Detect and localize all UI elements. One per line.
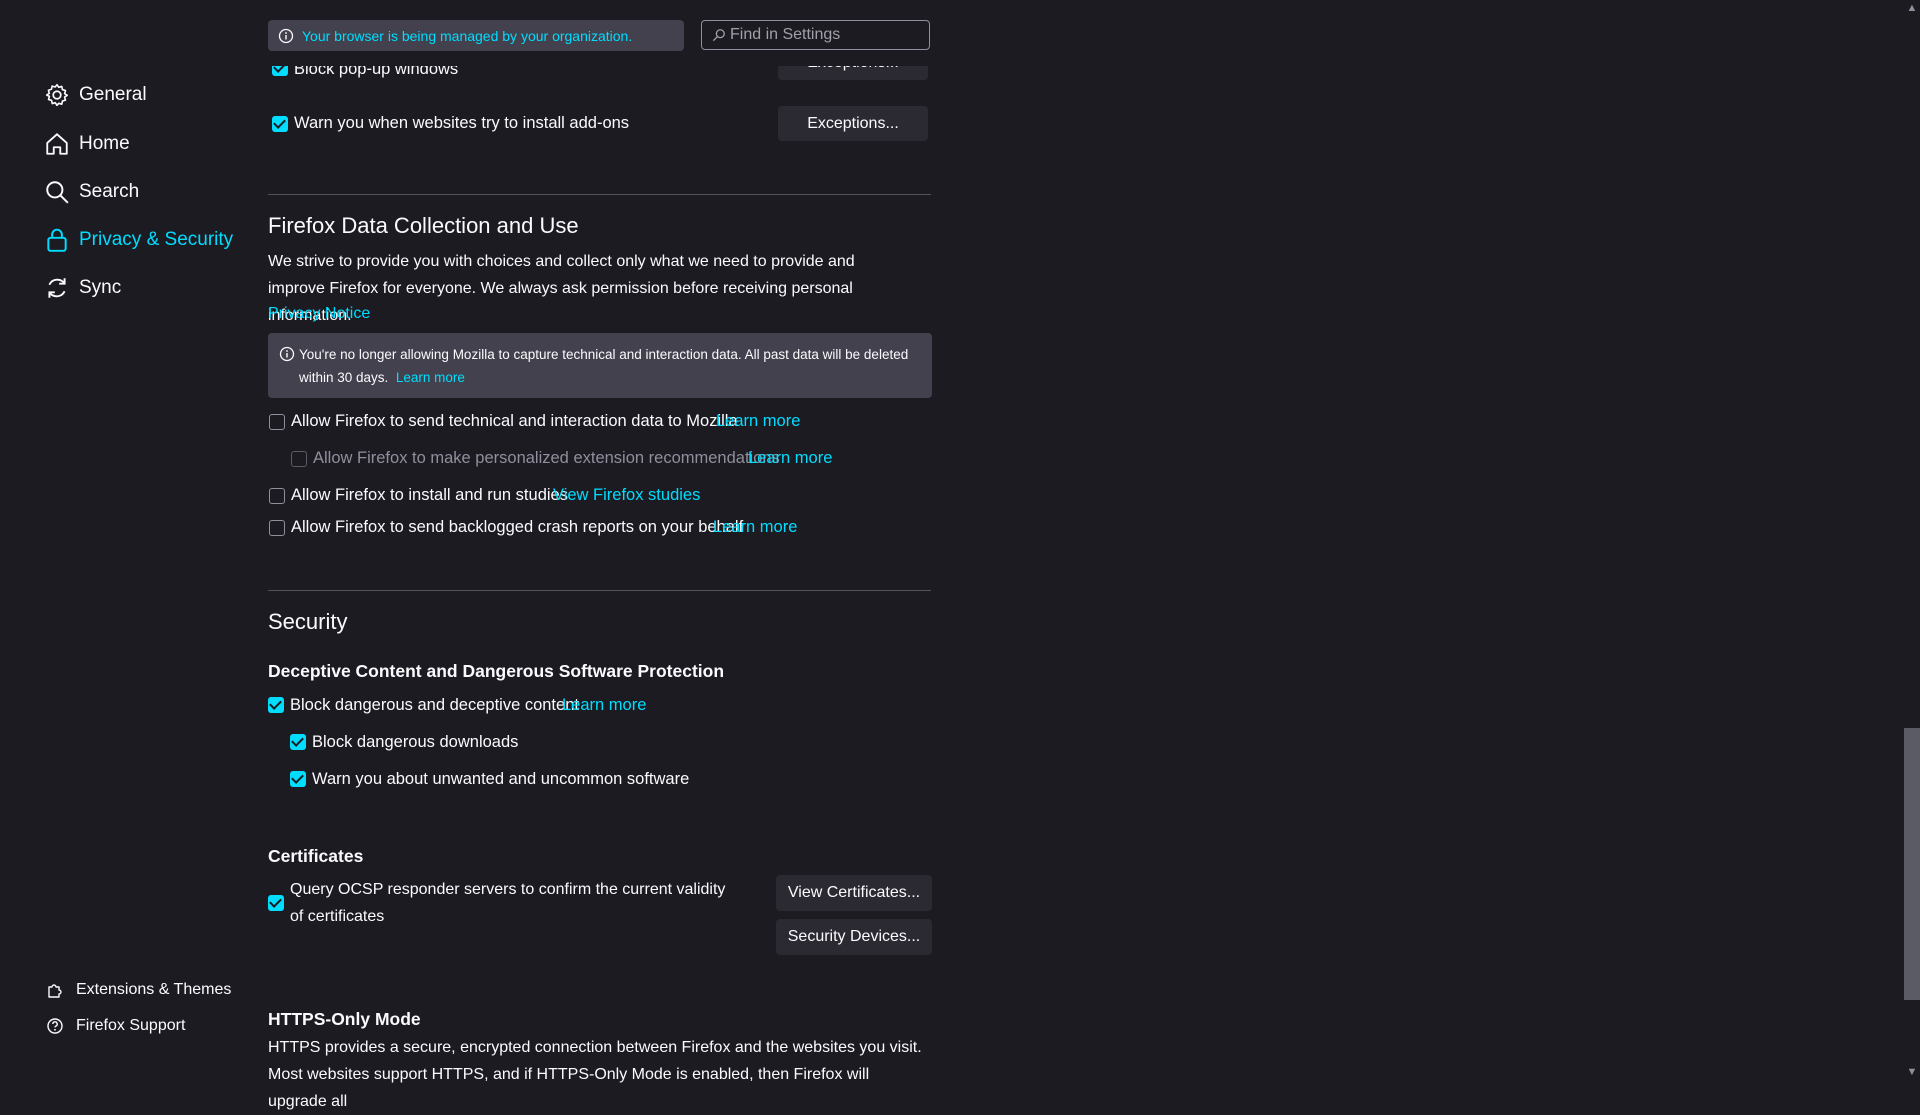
find-in-settings-input[interactable]: Find in Settings: [701, 20, 930, 50]
help-icon: [47, 1018, 63, 1034]
managed-text: Your browser is being managed by your or…: [302, 27, 633, 44]
security-devices-label: Security Devices...: [787, 928, 921, 945]
deceptive-content-heading: Deceptive Content and Dangerous Software…: [268, 661, 725, 681]
studies-checkbox[interactable]: [269, 488, 285, 504]
sidebar-footer-label: Firefox Support: [76, 1017, 186, 1034]
block-popups-row: Block pop-up windows Exceptions...: [268, 66, 938, 80]
sidebar-extensions-themes-link[interactable]: Extensions & Themes: [46, 981, 231, 999]
studies-label: Allow Firefox to install and run studies: [291, 486, 568, 504]
section-divider: [268, 194, 931, 195]
block-downloads-label: Block dangerous downloads: [312, 733, 519, 751]
sidebar-firefox-support-link[interactable]: Firefox Support: [46, 1017, 185, 1035]
data-collection-title: Firefox Data Collection and Use: [268, 213, 579, 238]
block-deceptive-learn-more-link[interactable]: Learn more: [562, 696, 646, 715]
exceptions-label: Exceptions...: [807, 114, 899, 132]
ocsp-label: Query OCSP responder servers to confirm …: [290, 881, 726, 925]
managed-browser-banner[interactable]: Your browser is being managed by your or…: [268, 20, 684, 51]
sidebar-item-privacy-security[interactable]: Privacy & Security: [44, 227, 233, 253]
view-certificates-button[interactable]: View Certificates...: [776, 875, 932, 911]
warn-unwanted-checkbox[interactable]: [290, 771, 306, 787]
puzzle-icon: [48, 984, 62, 998]
sidebar-item-label: Privacy & Security: [79, 229, 234, 250]
sync-icon: [48, 278, 66, 298]
technical-data-label: Allow Firefox to send technical and inte…: [291, 412, 738, 430]
technical-data-learn-more-link[interactable]: Learn more: [716, 412, 800, 431]
crash-reports-checkbox[interactable]: [269, 520, 285, 536]
crash-reports-label: Allow Firefox to send backlogged crash r…: [291, 518, 744, 536]
crash-reports-learn-more-link[interactable]: Learn more: [713, 518, 797, 537]
section-divider: [268, 590, 931, 591]
sidebar-item-label: Home: [79, 133, 130, 154]
search-icon: [46, 181, 69, 204]
notice-text: You're no longer allowing Mozilla to cap…: [299, 347, 909, 385]
block-popups-checkbox[interactable]: [272, 66, 288, 76]
scroll-up-icon[interactable]: ▲: [1906, 2, 1918, 14]
security-devices-button[interactable]: Security Devices...: [776, 919, 932, 955]
search-icon: [712, 29, 725, 42]
security-title: Security: [268, 609, 348, 634]
block-popups-label: Block pop-up windows: [294, 66, 459, 78]
view-certificates-label: View Certificates...: [787, 884, 921, 901]
block-deceptive-checkbox[interactable]: [268, 697, 284, 713]
warn-addons-label: Warn you when websites try to install ad…: [294, 114, 630, 132]
warn-unwanted-label: Warn you about unwanted and uncommon sof…: [312, 770, 690, 788]
lock-icon: [47, 228, 67, 252]
certificates-heading: Certificates: [268, 846, 364, 866]
extension-recommendations-learn-more-link[interactable]: Learn more: [748, 449, 832, 468]
sidebar-item-sync[interactable]: Sync: [44, 275, 121, 301]
sidebar-item-general[interactable]: General: [44, 82, 147, 108]
notice-learn-more-link[interactable]: Learn more: [396, 370, 465, 385]
scrollbar-thumb[interactable]: [1904, 728, 1920, 1000]
sidebar-item-label: General: [79, 84, 147, 105]
block-deceptive-label: Block dangerous and deceptive content: [290, 696, 579, 714]
addons-exceptions-button[interactable]: Exceptions...: [778, 106, 928, 141]
extension-recommendations-checkbox[interactable]: [291, 451, 307, 467]
sidebar-item-home[interactable]: Home: [44, 131, 130, 157]
scroll-down-icon[interactable]: ▼: [1906, 1066, 1918, 1078]
info-icon: [279, 346, 295, 362]
gear-icon: [45, 83, 68, 107]
data-deletion-notice: You're no longer allowing Mozilla to cap…: [268, 333, 932, 398]
popups-exceptions-button[interactable]: Exceptions...: [778, 66, 928, 80]
ocsp-checkbox[interactable]: [268, 895, 284, 911]
block-downloads-checkbox[interactable]: [290, 734, 306, 750]
sidebar-item-search[interactable]: Search: [44, 179, 139, 205]
sidebar-item-label: Search: [79, 181, 140, 202]
extension-recommendations-label: Allow Firefox to make personalized exten…: [313, 449, 780, 467]
https-only-description: HTTPS provides a secure, encrypted conne…: [268, 1039, 922, 1110]
view-firefox-studies-link[interactable]: View Firefox studies: [553, 486, 700, 505]
search-placeholder: Find in Settings: [730, 26, 841, 43]
https-only-heading: HTTPS-Only Mode: [268, 1009, 421, 1029]
sidebar-footer-label: Extensions & Themes: [76, 981, 232, 998]
warn-addons-checkbox[interactable]: [272, 116, 288, 132]
technical-data-checkbox[interactable]: [269, 414, 285, 430]
privacy-notice-link[interactable]: Privacy Notice: [268, 305, 370, 323]
sidebar-item-label: Sync: [79, 277, 122, 298]
info-icon: [278, 28, 294, 43]
home-icon: [46, 133, 68, 155]
exceptions-label: Exceptions...: [807, 66, 899, 72]
